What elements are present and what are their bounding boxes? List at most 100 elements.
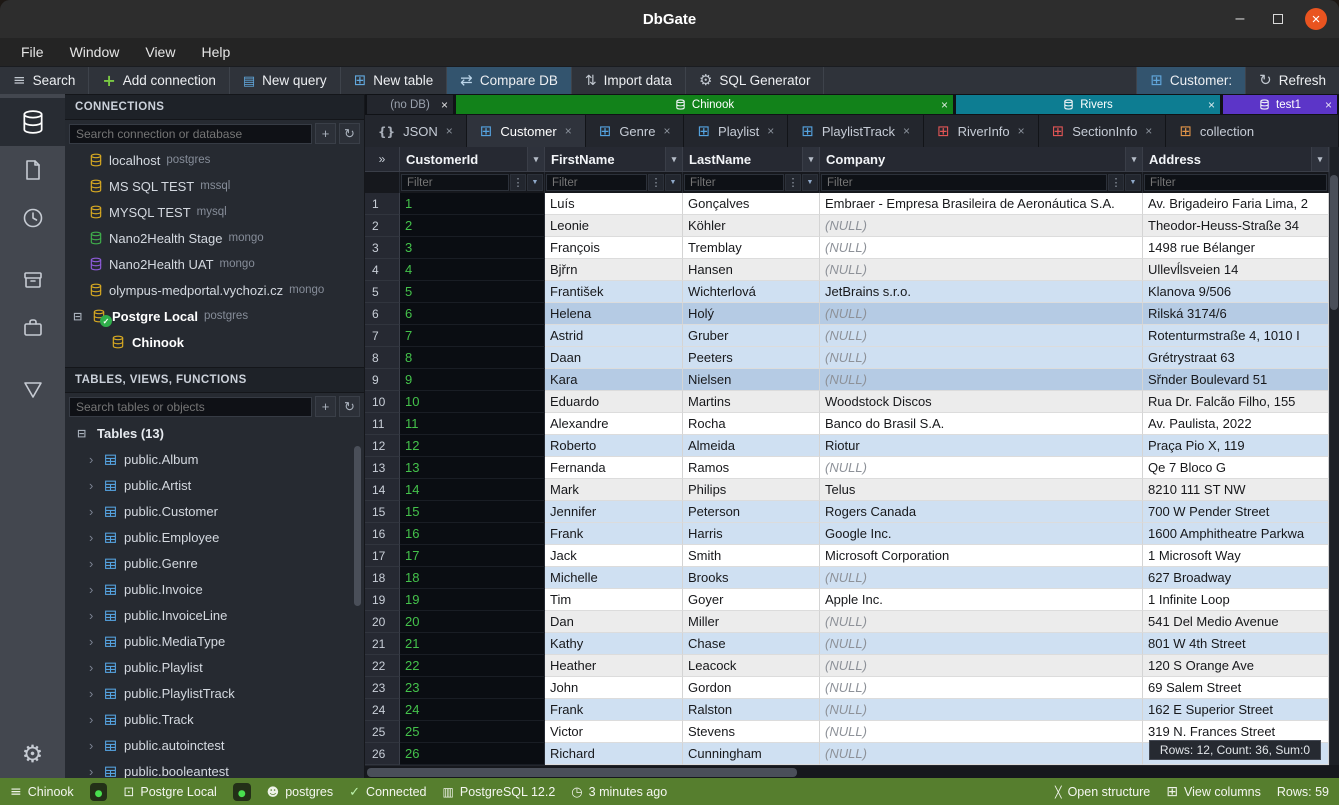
close-tab-icon[interactable] bbox=[941, 98, 948, 112]
cell-firstname[interactable]: John bbox=[545, 677, 683, 699]
row-number[interactable]: 9 bbox=[365, 369, 400, 391]
row-number[interactable]: 26 bbox=[365, 743, 400, 765]
maximize-button[interactable] bbox=[1267, 8, 1289, 30]
cell-firstname[interactable]: Alexandre bbox=[545, 413, 683, 435]
cell-customerid[interactable]: 1 bbox=[400, 193, 545, 215]
cell-customerid[interactable]: 9 bbox=[400, 369, 545, 391]
cell-company[interactable]: Woodstock Discos bbox=[820, 391, 1143, 413]
cell-company[interactable]: (NULL) bbox=[820, 655, 1143, 677]
cell-company[interactable]: Apple Inc. bbox=[820, 589, 1143, 611]
cell-customerid[interactable]: 20 bbox=[400, 611, 545, 633]
row-number[interactable]: 20 bbox=[365, 611, 400, 633]
tab[interactable]: SectionInfo bbox=[1039, 115, 1167, 147]
column-header[interactable]: Company bbox=[820, 147, 1143, 172]
cell-lastname[interactable]: Gordon bbox=[683, 677, 820, 699]
filter-menu-icon[interactable] bbox=[1108, 174, 1124, 191]
table-list-item[interactable]: public.Genre bbox=[65, 550, 364, 576]
connection-item[interactable]: MS SQL TEST mssql bbox=[65, 173, 364, 199]
cell-company[interactable]: (NULL) bbox=[820, 215, 1143, 237]
cell-lastname[interactable]: Harris bbox=[683, 523, 820, 545]
connection-item[interactable]: Postgre Local postgres bbox=[65, 303, 364, 329]
cell-lastname[interactable]: Leacock bbox=[683, 655, 820, 677]
cell-customerid[interactable]: 11 bbox=[400, 413, 545, 435]
row-number[interactable]: 21 bbox=[365, 633, 400, 655]
cell-address[interactable]: Rotenturmstraße 4, 1010 I bbox=[1143, 325, 1329, 347]
cell-address[interactable]: 69 Salem Street bbox=[1143, 677, 1329, 699]
close-tab-icon[interactable] bbox=[1208, 98, 1215, 112]
cell-lastname[interactable]: Tremblay bbox=[683, 237, 820, 259]
cell-lastname[interactable]: Rocha bbox=[683, 413, 820, 435]
rail-filter-button[interactable] bbox=[0, 366, 65, 414]
cell-lastname[interactable]: Chase bbox=[683, 633, 820, 655]
database-item-chinook[interactable]: Chinook bbox=[65, 329, 364, 355]
close-tab-icon[interactable] bbox=[446, 124, 453, 138]
status-action[interactable]: View columns bbox=[1166, 785, 1261, 799]
cell-lastname[interactable]: Almeida bbox=[683, 435, 820, 457]
cell-firstname[interactable]: Jack bbox=[545, 545, 683, 567]
chevron-right-icon[interactable] bbox=[89, 738, 97, 753]
row-number[interactable]: 6 bbox=[365, 303, 400, 325]
row-number[interactable]: 12 bbox=[365, 435, 400, 457]
chevron-right-icon[interactable] bbox=[89, 478, 97, 493]
cell-lastname[interactable]: Nielsen bbox=[683, 369, 820, 391]
row-number[interactable]: 7 bbox=[365, 325, 400, 347]
filter-input[interactable] bbox=[1144, 174, 1327, 191]
cell-firstname[interactable]: Roberto bbox=[545, 435, 683, 457]
close-button[interactable] bbox=[1305, 8, 1327, 30]
cell-firstname[interactable]: Daan bbox=[545, 347, 683, 369]
cell-customerid[interactable]: 8 bbox=[400, 347, 545, 369]
chevron-right-icon[interactable] bbox=[89, 530, 97, 545]
cell-address[interactable]: Qe 7 Bloco G bbox=[1143, 457, 1329, 479]
column-header[interactable]: FirstName bbox=[545, 147, 683, 172]
cell-address[interactable]: Praça Pio X, 119 bbox=[1143, 435, 1329, 457]
cell-customerid[interactable]: 16 bbox=[400, 523, 545, 545]
chevron-right-icon[interactable] bbox=[89, 504, 97, 519]
column-dropdown-icon[interactable] bbox=[527, 147, 544, 171]
cell-customerid[interactable]: 2 bbox=[400, 215, 545, 237]
cell-customerid[interactable]: 12 bbox=[400, 435, 545, 457]
table-list-item[interactable]: public.Artist bbox=[65, 472, 364, 498]
cell-lastname[interactable]: Peterson bbox=[683, 501, 820, 523]
table-list-item[interactable]: public.Invoice bbox=[65, 576, 364, 602]
toolbar-button[interactable]: Compare DB bbox=[447, 67, 572, 94]
cell-firstname[interactable]: Luís bbox=[545, 193, 683, 215]
menu-item[interactable]: File bbox=[8, 40, 57, 64]
row-number[interactable]: 10 bbox=[365, 391, 400, 413]
add-connection-icon-button[interactable] bbox=[315, 123, 336, 144]
cell-lastname[interactable]: Cunningham bbox=[683, 743, 820, 765]
rail-archive-button[interactable] bbox=[0, 256, 65, 304]
table-list-item[interactable]: public.Employee bbox=[65, 524, 364, 550]
cell-customerid[interactable]: 5 bbox=[400, 281, 545, 303]
row-number[interactable]: 13 bbox=[365, 457, 400, 479]
cell-address[interactable]: 541 Del Medio Avenue bbox=[1143, 611, 1329, 633]
tab[interactable]: JSON bbox=[365, 115, 467, 147]
cell-firstname[interactable]: Helena bbox=[545, 303, 683, 325]
toolbar-button[interactable]: Search bbox=[0, 67, 89, 94]
row-number[interactable]: 4 bbox=[365, 259, 400, 281]
rail-connections-button[interactable] bbox=[0, 98, 65, 146]
cell-firstname[interactable]: Victor bbox=[545, 721, 683, 743]
row-number[interactable]: 18 bbox=[365, 567, 400, 589]
cell-firstname[interactable]: Jennifer bbox=[545, 501, 683, 523]
scrollbar-thumb[interactable] bbox=[354, 446, 361, 606]
table-list-item[interactable]: public.Customer bbox=[65, 498, 364, 524]
database-tab[interactable]: (no DB) bbox=[367, 95, 453, 114]
cell-company[interactable]: (NULL) bbox=[820, 369, 1143, 391]
cell-address[interactable]: 8210 111 ST NW bbox=[1143, 479, 1329, 501]
chevron-right-icon[interactable] bbox=[89, 660, 97, 675]
cell-lastname[interactable]: Stevens bbox=[683, 721, 820, 743]
filter-funnel-icon[interactable] bbox=[802, 174, 818, 191]
row-number[interactable]: 5 bbox=[365, 281, 400, 303]
cell-firstname[interactable]: František bbox=[545, 281, 683, 303]
column-header[interactable]: CustomerId bbox=[400, 147, 545, 172]
cell-address[interactable]: 1498 rue Bélanger bbox=[1143, 237, 1329, 259]
cell-firstname[interactable]: Dan bbox=[545, 611, 683, 633]
cell-firstname[interactable]: Heather bbox=[545, 655, 683, 677]
cell-address[interactable]: Grétrystraat 63 bbox=[1143, 347, 1329, 369]
cell-firstname[interactable]: Richard bbox=[545, 743, 683, 765]
cell-customerid[interactable]: 7 bbox=[400, 325, 545, 347]
close-tab-icon[interactable] bbox=[767, 124, 774, 138]
cell-address[interactable]: 801 W 4th Street bbox=[1143, 633, 1329, 655]
refresh-tables-button[interactable] bbox=[339, 396, 360, 417]
column-dropdown-icon[interactable] bbox=[802, 147, 819, 171]
